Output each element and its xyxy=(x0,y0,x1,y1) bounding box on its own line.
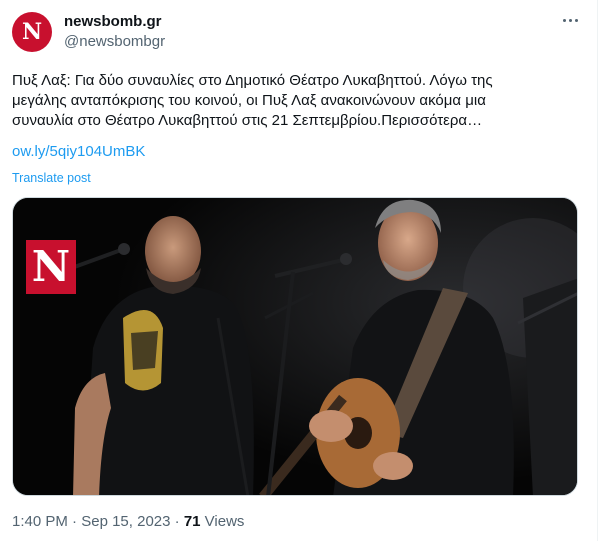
views-count[interactable]: 71 xyxy=(184,513,201,530)
tweet-text-line: μεγάλης ανταπόκρισης του κοινού, οι Πυξ … xyxy=(12,92,486,109)
author-name[interactable]: newsbomb.gr xyxy=(64,12,162,32)
tweet-media-photo[interactable] xyxy=(12,197,578,496)
avatar[interactable]: N xyxy=(12,12,52,52)
avatar-logo-letter: N xyxy=(21,19,43,45)
newsbomb-watermark-logo: N xyxy=(26,240,76,294)
tweet-card: N newsbomb.gr @newsbombgr Πυξ Λαξ: Για δ… xyxy=(0,0,598,541)
tweet-time[interactable]: 1:40 PM xyxy=(12,513,68,530)
watermark-letter: N xyxy=(31,242,71,291)
translate-post-link[interactable]: Translate post xyxy=(12,170,91,186)
tweet-text: Πυξ Λαξ: Για δύο συναυλίες στο Δημοτικό … xyxy=(12,71,587,131)
tweet-link[interactable]: ow.ly/5qiy104UmBK xyxy=(12,142,145,162)
concert-photo xyxy=(13,198,577,495)
author-handle[interactable]: @newsbombgr xyxy=(64,32,165,52)
tweet-date[interactable]: Sep 15, 2023 xyxy=(81,513,170,530)
tweet-meta: 1:40 PM · Sep 15, 2023 · 71 Views xyxy=(12,512,244,532)
meta-separator: · xyxy=(174,513,180,530)
views-label: Views xyxy=(204,513,245,530)
tweet-text-line: συναυλία στο Θέατρο Λυκαβηττού στις 21 Σ… xyxy=(12,112,483,129)
meta-separator: · xyxy=(72,513,78,530)
tweet-text-line: Πυξ Λαξ: Για δύο συναυλίες στο Δημοτικό … xyxy=(12,72,493,89)
more-options-icon[interactable] xyxy=(560,10,580,30)
